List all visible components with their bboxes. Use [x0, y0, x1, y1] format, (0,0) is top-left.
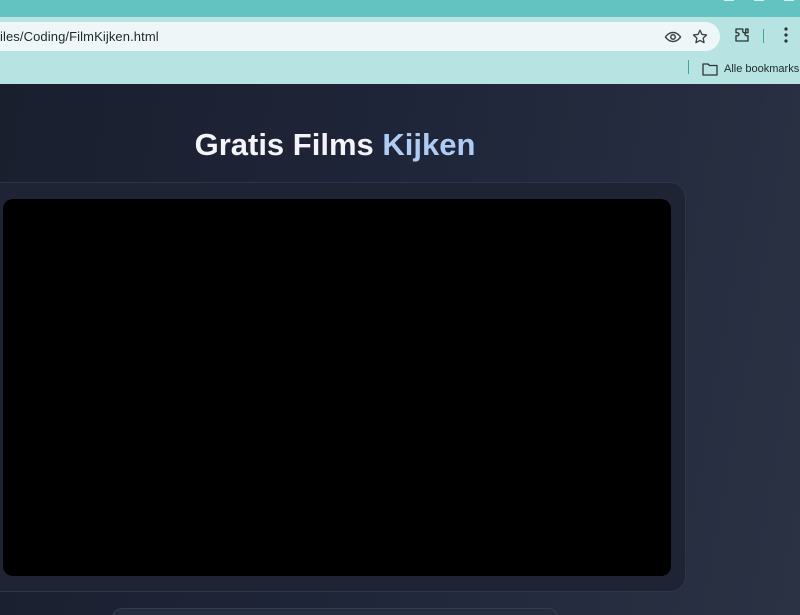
toolbar: iles/Coding/FilmKijken.html [0, 17, 800, 54]
below-player-bar[interactable] [112, 608, 558, 615]
folder-icon [702, 63, 718, 76]
page-title: Gratis Films Kijken [0, 127, 670, 163]
bookmarks-separator [688, 60, 689, 74]
star-icon[interactable] [691, 28, 709, 46]
browser-window: iles/Coding/FilmKijken.html Alle bookmar… [0, 0, 800, 615]
url-text[interactable]: iles/Coding/FilmKijken.html [0, 29, 159, 44]
video-player[interactable] [3, 199, 671, 576]
maximize-icon[interactable] [754, 0, 764, 4]
minimize-icon[interactable] [724, 0, 734, 4]
eye-icon[interactable] [664, 28, 682, 46]
page-title-main: Gratis Films [194, 127, 383, 162]
page-title-accent: Kijken [382, 127, 476, 162]
all-bookmarks-label: Alle bookmarks [724, 63, 800, 75]
player-card [0, 182, 686, 592]
address-bar[interactable]: iles/Coding/FilmKijken.html [0, 22, 720, 51]
all-bookmarks-button[interactable]: Alle bookmarks [702, 59, 799, 79]
page-content: Gratis Films Kijken [0, 84, 800, 615]
close-icon[interactable] [784, 0, 794, 4]
title-strip [0, 0, 800, 17]
toolbar-separator [763, 29, 764, 43]
menu-icon[interactable] [779, 26, 793, 44]
window-controls [724, 0, 800, 8]
bookmarks-bar: Alle bookmarks [0, 54, 800, 84]
extensions-icon[interactable] [733, 26, 751, 44]
